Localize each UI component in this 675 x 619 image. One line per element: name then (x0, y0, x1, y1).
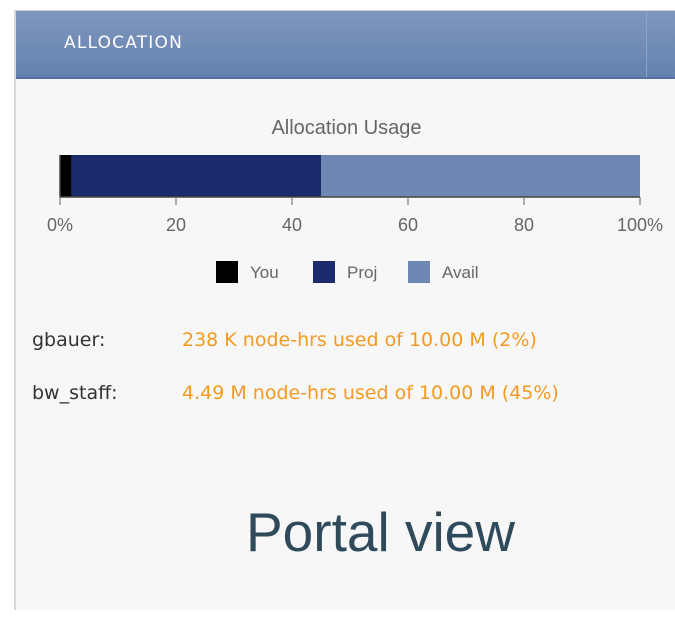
usage-detail: 238 K node-hrs used of 10.00 M (2%) (182, 329, 537, 351)
x-tick-label: 0% (47, 215, 73, 235)
usage-row-gbauer: gbauer: 238 K node-hrs used of 10.00 M (2… (32, 329, 537, 351)
legend-label-avail: Avail (442, 263, 479, 282)
legend-label-proj: Proj (347, 263, 377, 282)
x-tick-label: 40 (282, 215, 302, 235)
x-tick-label: 20 (166, 215, 186, 235)
allocation-usage-chart: 0% 20 40 60 80 100% You Proj Avail (47, 155, 663, 283)
legend-swatch-proj (313, 261, 335, 283)
bar-segment-you (60, 155, 72, 197)
legend-label-you: You (250, 263, 279, 282)
x-tick-label: 80 (514, 215, 534, 235)
x-tick-label: 60 (398, 215, 418, 235)
usage-row-bw-staff: bw_staff: 4.49 M node-hrs used of 10.00 M… (32, 382, 559, 404)
usage-detail: 4.49 M node-hrs used of 10.00 M (45%) (182, 382, 559, 404)
usage-user: bw_staff: (32, 382, 118, 404)
caption: Portal view (246, 501, 515, 563)
x-tick-label: 100% (617, 215, 663, 235)
bar-segment-proj (71, 155, 321, 197)
legend-swatch-you (216, 261, 238, 283)
usage-user: gbauer: (32, 329, 106, 351)
bar-segment-avail (321, 155, 640, 197)
legend-swatch-avail (408, 261, 430, 283)
